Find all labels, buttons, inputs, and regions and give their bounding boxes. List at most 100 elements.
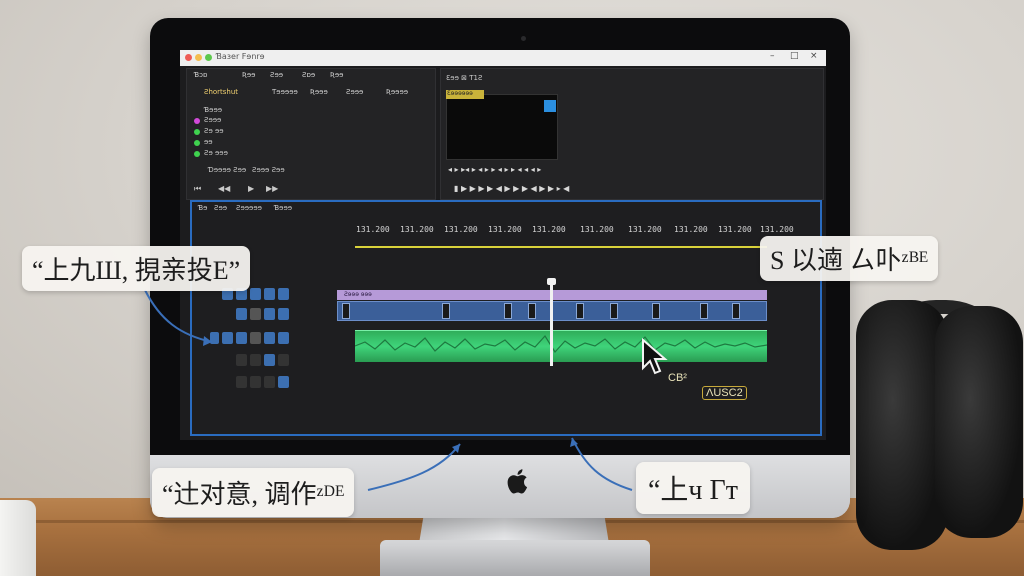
clip-tag-1: CB² bbox=[668, 372, 687, 384]
preview-viewer[interactable] bbox=[446, 94, 558, 160]
ruler-label: 131.200 bbox=[400, 225, 434, 234]
track-tool-button[interactable] bbox=[250, 332, 261, 344]
transport-controls-row1[interactable]: ◂ ▸ ▸◂ ▸ ◂ ▸ ▸ ◂ ▸ ▸ ◂ ◂ ◂ ▸ bbox=[448, 165, 541, 174]
callout-bottom-right: “上ч Гт bbox=[636, 462, 750, 514]
track-tool-button[interactable] bbox=[264, 332, 275, 344]
ruler-label: 131.200 bbox=[532, 225, 566, 234]
clip-thumbnail bbox=[700, 303, 708, 319]
clip-thumbnail bbox=[504, 303, 512, 319]
selected-track-button[interactable] bbox=[210, 332, 219, 344]
maximize-dot[interactable] bbox=[205, 54, 212, 61]
track-tool-button[interactable] bbox=[250, 376, 261, 388]
panel-footer-2[interactable]: Ƨɘɘɘ Ƨɘɘ bbox=[252, 166, 285, 174]
preview-tag-text: Ɛɘɘɘɘɘɘ bbox=[447, 90, 473, 97]
step-back-icon[interactable]: ⏮ bbox=[194, 184, 201, 194]
media-item-1[interactable]: Ɓɘɘɘ bbox=[204, 106, 222, 114]
editor-screen: Ɓaзer Fɘnrɘ – □ × Ɓɔɒ Ʀɘɘ Ƨɘɘ Ƨɒɘ Ʀɘɘ Ƨh… bbox=[180, 50, 826, 440]
media-item-5[interactable]: Ƨɘ ɘɘɘ bbox=[204, 149, 228, 157]
menu-item-2[interactable]: Ʀɘɘ bbox=[242, 71, 255, 79]
window-maximize-button[interactable]: □ bbox=[790, 51, 799, 61]
media-color-dot bbox=[194, 118, 200, 124]
track-tool-button[interactable] bbox=[236, 332, 247, 344]
clip-thumbnail bbox=[342, 303, 350, 319]
transport-controls-row2[interactable]: ▮ ▶ ▶ ▶ ▶ ◀ ▶ ▶ ▶ ◀ ▶ ▶ ▸ ◀ bbox=[454, 184, 569, 193]
forward-icon[interactable]: ▶▶ bbox=[266, 184, 278, 193]
callout-bottom-left: “辻对意, 调作ᶻᴰᴱ bbox=[152, 468, 355, 517]
ruler-label: 131.200 bbox=[444, 225, 478, 234]
timeline-tab-2[interactable]: Ƨɘɘ bbox=[214, 204, 227, 212]
track-tool-button[interactable] bbox=[250, 354, 261, 366]
track-tool-button[interactable] bbox=[278, 332, 289, 344]
ruler-label: 131.200 bbox=[760, 225, 794, 234]
media-item-2[interactable]: Ƨɘɘɘ bbox=[204, 116, 221, 124]
headphones-cup-right bbox=[935, 306, 1023, 538]
window-titlebar: Ɓaзer Fɘnrɘ – □ × bbox=[180, 50, 826, 66]
monitor-stand-base bbox=[380, 540, 650, 576]
window-close-button[interactable]: × bbox=[810, 51, 818, 61]
apple-logo-icon bbox=[507, 469, 528, 494]
track-tool-button[interactable] bbox=[250, 288, 261, 300]
tab-5[interactable]: Ʀɘɘɘɘ bbox=[386, 88, 408, 96]
callout-right: S 以遖 ㄙ卟ᶻᴮᴱ bbox=[760, 236, 939, 281]
clip-thumbnail bbox=[610, 303, 618, 319]
menu-item-5[interactable]: Ʀɘɘ bbox=[330, 71, 343, 79]
window-title: Ɓaзer Fɘnrɘ bbox=[216, 52, 265, 61]
minimize-dot[interactable] bbox=[195, 54, 202, 61]
track-tool-button[interactable] bbox=[278, 288, 289, 300]
video-clip-label: Ƨɘɘɘ ɘɘɘ bbox=[344, 291, 372, 298]
ruler-label: 131.200 bbox=[356, 225, 390, 234]
preview-selection[interactable] bbox=[544, 100, 556, 112]
ruler-label: 131.200 bbox=[488, 225, 522, 234]
clip-thumbnail bbox=[528, 303, 536, 319]
ruler-label: 131.200 bbox=[718, 225, 752, 234]
ruler-label: 131.200 bbox=[628, 225, 662, 234]
track-tool-button[interactable] bbox=[264, 308, 275, 320]
track-tool-button[interactable] bbox=[236, 308, 247, 320]
tab-2[interactable]: Ƭɘɘɘɘɘ bbox=[272, 88, 298, 96]
clip-thumbnail bbox=[732, 303, 740, 319]
track-tool-button[interactable] bbox=[278, 354, 289, 366]
track-tool-button[interactable] bbox=[236, 376, 247, 388]
track-tool-button[interactable] bbox=[264, 288, 275, 300]
clip-tag-2: ΛUSC2 bbox=[702, 386, 747, 400]
menu-item-3[interactable]: Ƨɘɘ bbox=[270, 71, 283, 79]
menu-item-4[interactable]: Ƨɒɘ bbox=[302, 71, 315, 79]
media-color-dot bbox=[194, 151, 200, 157]
ruler-label: 131.200 bbox=[674, 225, 708, 234]
track-tool-button[interactable] bbox=[222, 332, 233, 344]
clip-thumbnail bbox=[652, 303, 660, 319]
preview-tab[interactable]: Ɛɘɘ ⊠ Ƭ1Ƨ bbox=[446, 74, 482, 82]
track-tool-button[interactable] bbox=[250, 308, 261, 320]
timeline-tab-3[interactable]: Ƨɘɘɘɘɘ bbox=[236, 204, 262, 212]
timeline-tab-1[interactable]: Ɓɘ bbox=[198, 204, 207, 212]
clip-thumbnail bbox=[576, 303, 584, 319]
timeline-tab-4[interactable]: Ɓɘɘɘ bbox=[274, 204, 292, 212]
media-item-3[interactable]: Ƨɘ ɘɘ bbox=[204, 127, 224, 135]
tab-4[interactable]: Ƨɘɘɘ bbox=[346, 88, 363, 96]
webcam-dot bbox=[521, 36, 526, 41]
mouse-cursor-icon bbox=[642, 338, 668, 375]
play-icon[interactable]: ▶ bbox=[248, 184, 254, 193]
menu-item-1[interactable]: Ɓɔɒ bbox=[194, 71, 207, 79]
tab-3[interactable]: Ʀɘɘɘ bbox=[310, 88, 328, 96]
panel-footer-1[interactable]: Ɗɘɘɘɘ Ƨɘɘ bbox=[208, 166, 246, 174]
ruler-in-out-bar[interactable] bbox=[355, 246, 767, 248]
close-dot[interactable] bbox=[185, 54, 192, 61]
rewind-icon[interactable]: ◀◀ bbox=[218, 184, 230, 193]
callout-left: “上九Ш, 挸亲投E” bbox=[22, 246, 251, 291]
shortcut-tab[interactable]: Ƨhortshut bbox=[204, 88, 238, 96]
audio-waveform bbox=[355, 335, 767, 353]
media-color-dot bbox=[194, 140, 200, 146]
white-mug bbox=[0, 500, 36, 576]
window-minimize-button[interactable]: – bbox=[770, 51, 775, 61]
track-tool-button[interactable] bbox=[236, 354, 247, 366]
ruler-label: 131.200 bbox=[580, 225, 614, 234]
track-tool-button[interactable] bbox=[278, 376, 289, 388]
track-tool-button[interactable] bbox=[278, 308, 289, 320]
clip-thumbnail bbox=[442, 303, 450, 319]
media-item-4[interactable]: ɘɘ bbox=[204, 138, 213, 146]
track-tool-button[interactable] bbox=[264, 376, 275, 388]
track-tool-button[interactable] bbox=[264, 354, 275, 366]
media-color-dot bbox=[194, 129, 200, 135]
playhead[interactable] bbox=[550, 280, 553, 366]
